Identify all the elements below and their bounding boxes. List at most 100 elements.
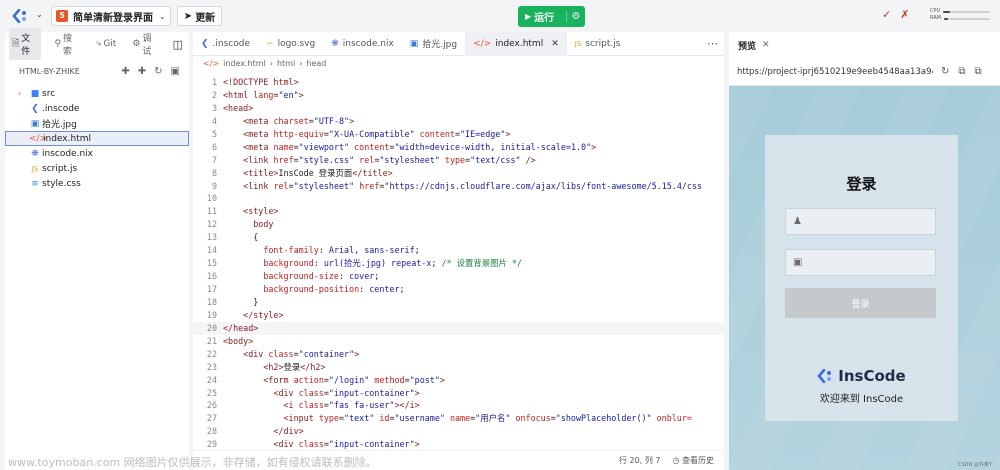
- code-line[interactable]: 4 <meta charset = "UTF-8" >: [193, 115, 724, 128]
- tree-item-label: src: [42, 88, 56, 99]
- code-token: ;: [374, 271, 380, 282]
- watermark-text: www.toymoban.com 网络图片仅供展示，非存储，如有侵权请联系删除。: [8, 456, 377, 469]
- history-link[interactable]: ◷ 查看历史: [672, 455, 714, 466]
- login-button[interactable]: 登录: [785, 288, 936, 318]
- tab-inscode[interactable]: ❮ .inscode: [193, 32, 258, 56]
- code-token: }: [223, 296, 259, 307]
- code-line[interactable]: 16 background-size: cover;: [193, 270, 724, 283]
- tab-index-html[interactable]: </> index.html ✕: [465, 31, 567, 56]
- tab-files[interactable]: 🗎 文件: [9, 28, 42, 60]
- new-file-icon[interactable]: ✚: [121, 66, 129, 77]
- tab-search[interactable]: ⚲ 搜索: [51, 28, 83, 60]
- tree-item-label: .inscode: [42, 103, 80, 114]
- code-line[interactable]: 5 <meta http-equiv = "X-UA-Compatible" con…: [193, 128, 724, 141]
- popout-icon[interactable]: ⧉: [975, 66, 982, 77]
- password-field[interactable]: ▣: [785, 249, 936, 276]
- code-line[interactable]: 7 <link href = "style.css" rel = "stylesheet…: [193, 154, 724, 167]
- code-line[interactable]: 20 </head>: [193, 321, 724, 335]
- tree-item-index-html[interactable]: </> index.html: [5, 131, 189, 146]
- breadcrumb-item[interactable]: index.html: [223, 59, 266, 68]
- tree-item-image[interactable]: ▣ 拾光.jpg: [5, 116, 189, 131]
- preview-tab-label[interactable]: 预览: [738, 39, 756, 52]
- open-external-icon[interactable]: ⧉: [958, 66, 965, 77]
- code-line[interactable]: 10: [193, 192, 724, 205]
- preview-viewport: 登录 ♟ ▣ 登录 InsCode 欢迎来到 InsCode: [729, 86, 1000, 470]
- code-line[interactable]: 11 <style>: [193, 205, 724, 218]
- code-line[interactable]: 15 background: url(拾光.jpg) repeat-x; /* …: [193, 257, 724, 270]
- preview-url[interactable]: https://project-iprj6510219e9eeb4548aa13…: [737, 67, 933, 77]
- code-token: ;: [414, 245, 420, 256]
- breadcrumb-item[interactable]: head: [306, 59, 326, 68]
- code-line[interactable]: 13 {: [193, 231, 724, 244]
- tab-image[interactable]: ▣ 拾光.jpg: [402, 32, 465, 56]
- code-line[interactable]: 22 <div class = "container" >: [193, 348, 724, 361]
- tab-script-js[interactable]: JS script.js: [567, 32, 629, 56]
- line-number: 20: [206, 322, 217, 333]
- code-line[interactable]: 1 <!DOCTYPE html>: [193, 76, 724, 89]
- tree-item-inscode[interactable]: ❮ .inscode: [5, 101, 189, 116]
- refresh-icon[interactable]: ↻: [154, 66, 162, 77]
- code-line[interactable]: 8 <title> InsCode 登录页面 </title>: [193, 167, 724, 180]
- code-line[interactable]: 25 <div class = "input-container" >: [193, 387, 724, 400]
- code-line[interactable]: 21 <body>: [193, 335, 724, 348]
- tree-item-src[interactable]: › ■ src: [5, 86, 189, 101]
- tab-git[interactable]: ⤷ Git: [93, 36, 119, 52]
- project-selector[interactable]: 5 简单清新登录界面 ⌄: [51, 6, 171, 26]
- close-tab-icon[interactable]: ✕: [551, 39, 559, 49]
- code-line[interactable]: 18 }: [193, 296, 724, 309]
- inscode-logo-icon[interactable]: [12, 9, 28, 23]
- reload-icon[interactable]: ↻: [941, 66, 949, 77]
- code-line[interactable]: 2 <html lang = "en" >: [193, 89, 724, 102]
- update-button[interactable]: ➤ 更新: [177, 6, 222, 26]
- code-line[interactable]: 6 <meta name = "viewport" content = "width=d…: [193, 141, 724, 154]
- code-token: name: [449, 413, 471, 424]
- update-label: 更新: [195, 12, 216, 24]
- code-line[interactable]: 23 <h2> 登录 </h2>: [193, 361, 724, 374]
- code-area[interactable]: 1 <!DOCTYPE html> 2 <html lang = "en" >3 <head>…: [193, 76, 724, 451]
- line-number: 21: [206, 335, 217, 346]
- code-token: "X-UA-Compatible": [328, 128, 415, 139]
- code-token: action: [293, 374, 324, 385]
- code-line[interactable]: 28 </div>: [193, 425, 724, 438]
- run-button[interactable]: ▶ 运行 ⚙: [518, 6, 585, 27]
- js-file-icon: JS: [574, 39, 582, 48]
- inscode-file-icon: ❮: [201, 38, 209, 49]
- tree-item-inscode-nix[interactable]: ❋ inscode.nix: [5, 146, 189, 161]
- code-line[interactable]: 12 body: [193, 218, 724, 231]
- notification-icon[interactable]: ✗: [900, 8, 909, 21]
- close-preview-icon[interactable]: ✕: [762, 40, 770, 50]
- line-number: 26: [206, 400, 217, 411]
- collapse-all-icon[interactable]: ▣: [171, 66, 180, 77]
- chevron-right-icon: ›: [18, 89, 22, 98]
- tab-debug[interactable]: ⚙ 调试: [129, 28, 162, 60]
- code-line[interactable]: 27 <input type = "text" id = "username" name…: [193, 412, 724, 425]
- tree-item-style-css[interactable]: ≡ style.css: [5, 176, 189, 191]
- code-line[interactable]: 17 background-position: center;: [193, 283, 724, 296]
- code-token: >: [505, 128, 511, 139]
- code-line[interactable]: 24 <form action = "/login" method = "post" >: [193, 374, 724, 387]
- bug-report-icon[interactable]: ✓: [882, 8, 891, 21]
- code-line[interactable]: 19 </style>: [193, 309, 724, 322]
- tab-logo-svg[interactable]: ∽ logo.svg: [258, 32, 323, 56]
- username-field[interactable]: ♟: [785, 208, 936, 235]
- cursor-position[interactable]: 行 20, 列 7: [619, 455, 660, 466]
- tree-item-script-js[interactable]: JS script.js: [5, 161, 189, 176]
- code-token: font-family: [263, 245, 319, 256]
- code-token: "/login": [328, 374, 370, 385]
- run-settings-icon[interactable]: ⚙: [566, 11, 585, 22]
- breadcrumb-item[interactable]: html: [277, 59, 295, 68]
- new-folder-icon[interactable]: ✚: [138, 66, 146, 77]
- logo-dropdown-icon[interactable]: ⌄: [36, 10, 43, 19]
- sidebar-collapse-icon[interactable]: ◫: [173, 38, 183, 51]
- code-line[interactable]: 26 <i class = "fas fa-user" ></i>: [193, 399, 724, 412]
- code-line[interactable]: 3 <head>: [193, 102, 724, 115]
- code-line[interactable]: 9 <link rel = "stylesheet" href = "https://c…: [193, 180, 724, 193]
- tab-inscode-nix[interactable]: ❋ inscode.nix: [323, 32, 402, 56]
- code-token: ;: [399, 284, 405, 294]
- code-line[interactable]: 14 font-family: Arial, sans-serif;: [193, 244, 724, 257]
- more-tabs-icon[interactable]: ⋯: [707, 37, 724, 50]
